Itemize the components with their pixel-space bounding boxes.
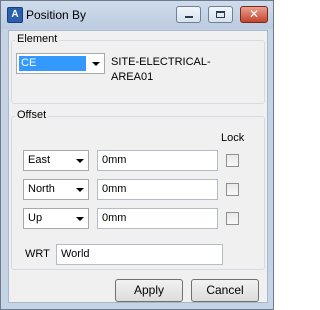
wrt-label: WRT <box>25 248 50 260</box>
element-name-line1: SITE-ELECTRICAL- <box>111 56 211 68</box>
apply-button[interactable]: Apply <box>115 279 183 302</box>
wrt-input[interactable]: World <box>56 244 223 265</box>
lock-checkbox-1[interactable] <box>226 154 239 167</box>
direction-combo-2[interactable]: North <box>23 179 89 200</box>
chevron-down-icon[interactable] <box>76 217 84 221</box>
minimize-icon <box>185 16 193 18</box>
maximize-icon <box>216 11 225 18</box>
dialog-body: Element CE SITE-ELECTRICAL- AREA01 Offse… <box>8 30 268 303</box>
chevron-down-icon[interactable] <box>76 159 84 163</box>
app-logo-icon: A <box>7 7 23 23</box>
position-by-dialog: A Position By ✕ Element CE SITE-ELECTRIC… <box>0 0 274 310</box>
direction-combo-1[interactable]: East <box>23 150 89 171</box>
cancel-button[interactable]: Cancel <box>191 279 259 302</box>
title-bar[interactable]: A Position By ✕ <box>1 1 273 29</box>
direction-combo-value: North <box>28 183 55 195</box>
offset-value-input-3[interactable]: 0mm <box>97 208 218 229</box>
lock-checkbox-3[interactable] <box>226 212 239 225</box>
offset-value-input-2[interactable]: 0mm <box>97 179 218 200</box>
chevron-down-icon[interactable] <box>76 188 84 192</box>
close-icon: ✕ <box>248 7 260 21</box>
element-name-line2: AREA01 <box>111 71 154 83</box>
window-title: Position By <box>26 8 87 22</box>
lock-checkbox-2[interactable] <box>226 183 239 196</box>
direction-combo-value: Up <box>28 212 43 224</box>
offset-group-label: Offset <box>15 109 49 121</box>
element-group-label: Element <box>15 33 60 45</box>
element-combo-value: CE <box>19 56 86 71</box>
chevron-down-icon[interactable] <box>92 62 100 66</box>
direction-combo-3[interactable]: Up <box>23 208 89 229</box>
element-combo[interactable]: CE <box>16 53 105 74</box>
offset-value-input-1[interactable]: 0mm <box>97 150 218 171</box>
minimize-button[interactable] <box>176 6 201 23</box>
close-button[interactable]: ✕ <box>240 6 268 23</box>
maximize-button[interactable] <box>208 6 233 23</box>
direction-combo-value: East <box>28 154 51 166</box>
lock-column-header: Lock <box>221 132 245 144</box>
